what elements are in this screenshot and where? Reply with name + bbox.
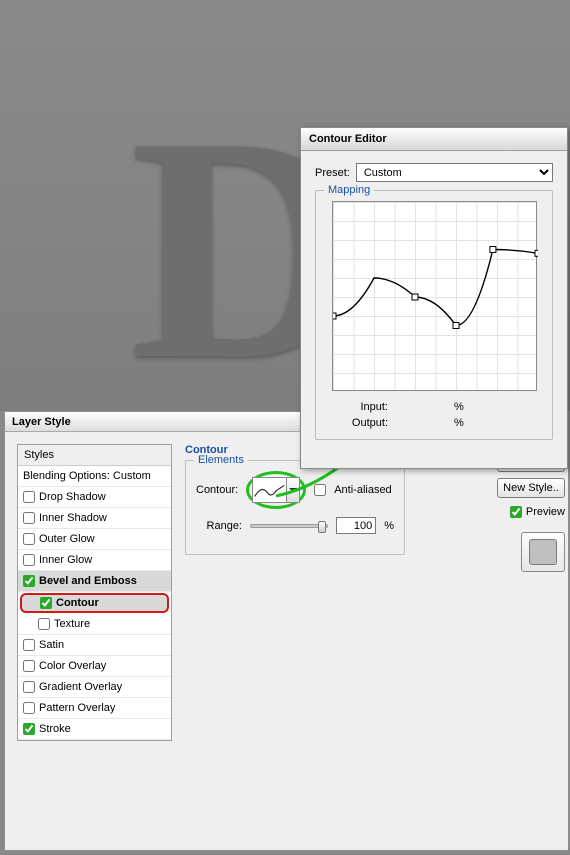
style-row-satin[interactable]: Satin: [18, 635, 171, 656]
label-drop-shadow: Drop Shadow: [39, 491, 106, 503]
label-inner-shadow: Inner Shadow: [39, 512, 107, 524]
preset-label: Preset:: [315, 167, 350, 179]
checkbox-anti-aliased[interactable]: [314, 484, 326, 496]
range-label: Range:: [196, 520, 242, 532]
checkbox-pattern-overlay[interactable]: [23, 702, 35, 714]
output-label: Output:: [340, 417, 388, 429]
contour-curve-grid[interactable]: [332, 201, 537, 391]
input-value: [396, 401, 446, 413]
label-stroke: Stroke: [39, 723, 71, 735]
checkbox-color-overlay[interactable]: [23, 660, 35, 672]
anti-aliased-label: Anti-aliased: [334, 484, 391, 496]
blending-options-label: Blending Options: Custom: [23, 470, 151, 482]
contour-editor-dialog: Contour Editor Preset: Custom Mapping In…: [300, 127, 568, 469]
label-pattern-overlay: Pattern Overlay: [39, 702, 115, 714]
preview-swatch-inner: [529, 539, 557, 565]
output-unit: %: [454, 417, 464, 429]
checkbox-preview[interactable]: [510, 506, 522, 518]
style-row-drop-shadow[interactable]: Drop Shadow: [18, 487, 171, 508]
checkbox-contour[interactable]: [40, 597, 52, 609]
label-outer-glow: Outer Glow: [39, 533, 95, 545]
checkbox-gradient-overlay[interactable]: [23, 681, 35, 693]
contour-editor-title: Contour Editor: [309, 133, 387, 145]
style-row-texture[interactable]: Texture: [18, 614, 171, 635]
output-value: [396, 417, 446, 429]
label-inner-glow: Inner Glow: [39, 554, 92, 566]
styles-column: Styles Blending Options: Custom Drop Sha…: [17, 444, 172, 741]
label-gradient-overlay: Gradient Overlay: [39, 681, 122, 693]
contour-picker-highlight: [246, 471, 306, 509]
preview-swatch[interactable]: [521, 532, 565, 572]
checkbox-bevel-emboss[interactable]: [23, 575, 35, 587]
new-style-button-label: New Style..: [503, 482, 559, 494]
label-color-overlay: Color Overlay: [39, 660, 106, 672]
style-row-inner-glow[interactable]: Inner Glow: [18, 550, 171, 571]
new-style-button[interactable]: New Style..: [497, 478, 565, 498]
checkbox-texture[interactable]: [38, 618, 50, 630]
checkbox-inner-shadow[interactable]: [23, 512, 35, 524]
style-row-gradient-overlay[interactable]: Gradient Overlay: [18, 677, 171, 698]
input-unit: %: [454, 401, 464, 413]
style-row-bevel-emboss[interactable]: Bevel and Emboss: [18, 571, 171, 592]
label-texture: Texture: [54, 618, 90, 630]
elements-legend: Elements: [194, 454, 248, 466]
contour-editor-titlebar[interactable]: Contour Editor: [301, 128, 567, 151]
checkbox-satin[interactable]: [23, 639, 35, 651]
range-input[interactable]: [336, 517, 376, 534]
range-slider[interactable]: [250, 524, 328, 528]
style-row-inner-shadow[interactable]: Inner Shadow: [18, 508, 171, 529]
style-row-color-overlay[interactable]: Color Overlay: [18, 656, 171, 677]
blending-options-row[interactable]: Blending Options: Custom: [18, 466, 171, 487]
contour-dropdown-button[interactable]: [286, 477, 300, 503]
mapping-legend: Mapping: [324, 184, 374, 196]
style-row-pattern-overlay[interactable]: Pattern Overlay: [18, 698, 171, 719]
preset-select[interactable]: Custom: [356, 163, 553, 182]
style-row-contour[interactable]: Contour: [20, 593, 169, 613]
styles-header[interactable]: Styles: [18, 445, 171, 466]
mapping-fieldset: Mapping Input:% Output:%: [315, 190, 553, 440]
dialog-right-buttons: Cancel New Style.. Preview: [497, 452, 565, 572]
label-contour: Contour: [56, 597, 99, 609]
checkbox-stroke[interactable]: [23, 723, 35, 735]
styles-list: Blending Options: Custom Drop Shadow Inn…: [18, 466, 171, 740]
range-unit: %: [384, 520, 394, 532]
style-row-stroke[interactable]: Stroke: [18, 719, 171, 740]
elements-fieldset: Elements Contour: Anti-aliased Range: %: [185, 460, 405, 555]
preview-label: Preview: [526, 506, 565, 518]
checkbox-drop-shadow[interactable]: [23, 491, 35, 503]
range-slider-knob[interactable]: [318, 521, 326, 533]
layer-style-title: Layer Style: [12, 416, 71, 428]
style-row-outer-glow[interactable]: Outer Glow: [18, 529, 171, 550]
checkbox-outer-glow[interactable]: [23, 533, 35, 545]
label-satin: Satin: [39, 639, 64, 651]
label-bevel-emboss: Bevel and Emboss: [39, 575, 137, 587]
contour-thumbnail[interactable]: [252, 477, 286, 503]
checkbox-inner-glow[interactable]: [23, 554, 35, 566]
contour-curve-svg: [333, 202, 538, 392]
input-label: Input:: [340, 401, 388, 413]
layer-style-dialog: Styles Blending Options: Custom Drop Sha…: [4, 432, 569, 851]
contour-label: Contour:: [196, 484, 238, 496]
